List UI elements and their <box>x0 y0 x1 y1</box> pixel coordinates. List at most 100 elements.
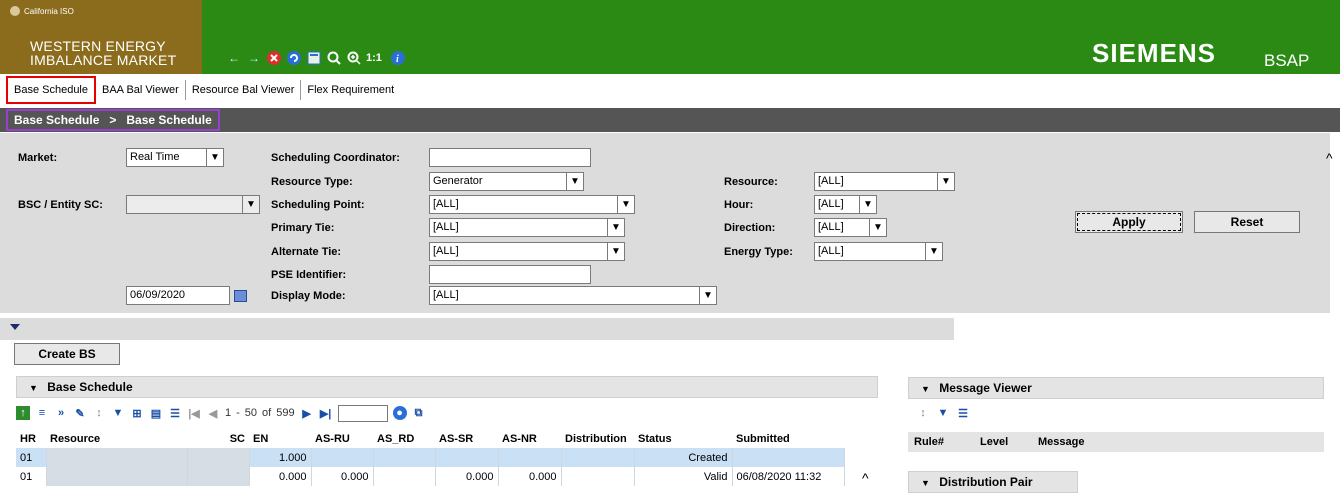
primary-tie-label: Primary Tie: <box>271 222 335 234</box>
scheduling-point-select[interactable]: [ALL] ▼ <box>429 195 635 214</box>
nav-base-schedule[interactable]: Base Schedule <box>6 75 96 104</box>
chevron-down-icon: ▼ <box>206 149 223 166</box>
distribution-pair-title: Distribution Pair <box>939 475 1033 489</box>
primary-tie-value: [ALL] <box>433 221 459 233</box>
col-distribution[interactable]: Distribution <box>561 430 634 448</box>
create-bs-button[interactable]: Create BS <box>14 343 120 365</box>
filter-icon[interactable]: ▼ <box>111 406 125 420</box>
col-en[interactable]: EN <box>249 430 311 448</box>
col-as-rd[interactable]: AS_RD <box>373 430 435 448</box>
chevron-down-icon: ▼ <box>242 196 259 213</box>
vendor-logo: SIEMENS <box>1092 38 1217 68</box>
columns-icon[interactable]: ≡ <box>35 406 49 420</box>
table-header-row: HR Resource SC EN AS-RU AS_RD AS-SR AS-N… <box>16 430 844 448</box>
edit-icon[interactable]: ✎ <box>73 406 87 420</box>
alternate-tie-value: [ALL] <box>433 245 459 257</box>
energy-type-select[interactable]: [ALL] ▼ <box>814 242 943 261</box>
cell-status: Created <box>634 448 733 467</box>
cell-resource <box>46 467 188 486</box>
print-icon[interactable]: ▤ <box>149 406 163 420</box>
col-level[interactable]: Level <box>980 432 1038 452</box>
back-arrow-icon[interactable]: ← <box>226 50 242 66</box>
nav-flex-requirement[interactable]: Flex Requirement <box>301 80 400 100</box>
cell-as-rd <box>373 448 436 467</box>
cell-as-ru <box>311 448 374 467</box>
col-sc[interactable]: SC <box>187 430 249 448</box>
distribution-pair-panel-header[interactable]: ▼ Distribution Pair <box>908 471 1078 493</box>
col-as-sr[interactable]: AS-SR <box>435 430 498 448</box>
upload-icon[interactable]: ↑ <box>16 406 30 420</box>
primary-tie-select[interactable]: [ALL] ▼ <box>429 218 625 237</box>
filter-icon[interactable]: ▼ <box>936 406 950 420</box>
nav-baa-bal-viewer[interactable]: BAA Bal Viewer <box>96 79 186 100</box>
chevron-down-icon: ▼ <box>859 196 876 213</box>
pse-input[interactable] <box>429 265 591 284</box>
next-page-icon[interactable]: ▶ <box>300 406 314 420</box>
cell-en: 1.000 <box>249 448 312 467</box>
sc-input[interactable] <box>429 148 591 167</box>
message-viewer-panel-header[interactable]: ▼ Message Viewer <box>908 377 1324 399</box>
svg-text:i: i <box>396 54 399 65</box>
breadcrumb-item-1[interactable]: Base Schedule <box>14 111 99 129</box>
forward-arrow-icon[interactable]: → <box>246 50 262 66</box>
alternate-tie-label: Alternate Tie: <box>271 246 342 258</box>
chevron-down-icon: ▼ <box>921 384 930 394</box>
col-as-nr[interactable]: AS-NR <box>498 430 561 448</box>
last-page-icon[interactable]: ▶| <box>319 406 333 420</box>
col-hr[interactable]: HR <box>16 430 46 448</box>
first-page-icon[interactable]: |◀ <box>187 406 201 420</box>
col-as-ru[interactable]: AS-RU <box>311 430 373 448</box>
resource-type-select[interactable]: Generator ▼ <box>429 172 584 191</box>
nav-resource-bal-viewer[interactable]: Resource Bal Viewer <box>186 79 302 100</box>
hour-value: [ALL] <box>818 198 844 210</box>
prev-page-icon[interactable]: ◀ <box>206 406 220 420</box>
app-header: California ISO WESTERN ENERGY IMBALANCE … <box>0 0 1340 74</box>
zoom-in-icon[interactable] <box>346 50 362 66</box>
list-view-icon[interactable]: ☰ <box>956 406 970 420</box>
date-field[interactable]: 06/09/2020 <box>126 286 230 305</box>
info-icon[interactable]: i <box>390 50 406 66</box>
chevron-down-icon: ▼ <box>699 287 716 304</box>
pager-to: 50 <box>244 407 258 419</box>
zoom-out-icon[interactable] <box>326 50 342 66</box>
table-scroll-up-icon[interactable]: ^ <box>862 470 869 486</box>
message-viewer-toolbar: ↕ ▼ ☰ <box>916 406 970 420</box>
bsc-select[interactable]: ▼ <box>126 195 260 214</box>
export-icon[interactable]: ⊞ <box>130 406 144 420</box>
stop-icon[interactable] <box>266 50 282 66</box>
resource-value: [ALL] <box>818 175 844 187</box>
direction-select[interactable]: [ALL] ▼ <box>814 218 887 237</box>
col-message[interactable]: Message <box>1038 432 1238 452</box>
popout-icon[interactable]: ⧉ <box>412 406 426 420</box>
page-jump-input[interactable] <box>337 404 388 422</box>
col-status[interactable]: Status <box>634 430 732 448</box>
fast-forward-icon[interactable]: » <box>54 406 68 420</box>
page-scroll-up-icon[interactable]: ^ <box>1326 150 1333 166</box>
calendar-icon[interactable] <box>234 290 247 302</box>
go-icon[interactable]: ● <box>392 406 407 420</box>
col-resource[interactable]: Resource <box>46 430 187 448</box>
collapse-triangle-icon[interactable] <box>10 324 20 330</box>
apply-button[interactable]: Apply <box>1075 211 1183 233</box>
hour-select[interactable]: [ALL] ▼ <box>814 195 877 214</box>
table-row[interactable]: 01 1.000 Created <box>16 448 845 467</box>
direction-label: Direction: <box>724 222 776 234</box>
market-select[interactable]: Real Time ▼ <box>126 148 224 167</box>
list-view-icon[interactable]: ☰ <box>168 406 182 420</box>
message-viewer-header-row: Rule# Level Message <box>908 432 1324 452</box>
filter-collapse-bar[interactable] <box>0 318 954 340</box>
display-mode-select[interactable]: [ALL] ▼ <box>429 286 717 305</box>
alternate-tie-select[interactable]: [ALL] ▼ <box>429 242 625 261</box>
table-row[interactable]: 01 0.000 0.000 0.000 0.000 Valid 06/08/2… <box>16 467 845 486</box>
reset-button[interactable]: Reset <box>1194 211 1300 233</box>
refresh-icon[interactable] <box>286 50 302 66</box>
resource-select[interactable]: [ALL] ▼ <box>814 172 955 191</box>
resource-type-label: Resource Type: <box>271 176 353 188</box>
col-submitted[interactable]: Submitted <box>732 430 844 448</box>
base-schedule-panel-header[interactable]: ▼ Base Schedule <box>16 376 878 398</box>
col-rule[interactable]: Rule# <box>908 432 980 452</box>
sort-icon[interactable]: ↕ <box>92 406 106 420</box>
export-excel-icon[interactable] <box>306 50 322 66</box>
zoom-reset-button[interactable]: 1:1 <box>366 52 382 64</box>
sort-icon[interactable]: ↕ <box>916 406 930 420</box>
